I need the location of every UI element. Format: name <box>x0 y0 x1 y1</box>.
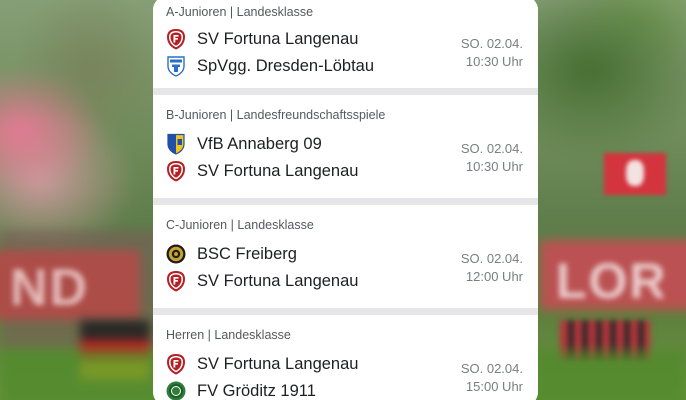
home-team-name: SV Fortuna Langenau <box>197 354 359 373</box>
background-club-flag-emblem <box>626 160 644 186</box>
away-team-name: SV Fortuna Langenau <box>197 161 359 180</box>
match-date: SO. 02.04. <box>460 141 523 156</box>
fixtures-list: A-Junioren | Landesklasse SV Fortuna Lan… <box>153 0 538 400</box>
match-time: 12:00 Uhr <box>465 269 523 284</box>
home-team-name: BSC Freiberg <box>197 244 297 263</box>
away-team: SV Fortuna Langenau <box>166 269 358 293</box>
away-team-name: SpVgg. Dresden-Löbtau <box>197 56 375 75</box>
match-card[interactable]: A-Junioren | Landesklasse SV Fortuna Lan… <box>153 0 538 88</box>
annaberg-crest-icon <box>167 133 185 155</box>
match-date: SO. 02.04. <box>460 361 523 376</box>
fortuna-crest-icon <box>167 161 185 182</box>
home-team: VfB Annaberg 09 <box>166 132 322 156</box>
home-team: SV Fortuna Langenau <box>166 27 358 51</box>
away-team: FV Gröditz 1911 <box>166 379 316 400</box>
home-team: SV Fortuna Langenau <box>166 352 358 376</box>
groeditz-crest-icon <box>166 381 186 400</box>
away-team: SpVgg. Dresden-Löbtau <box>166 54 374 78</box>
match-date: SO. 02.04. <box>460 251 523 266</box>
home-team: BSC Freiberg <box>166 242 297 266</box>
match-league: C-Junioren | Landesklasse <box>166 218 314 232</box>
match-league: B-Junioren | Landesfreundschaftsspiele <box>166 108 386 122</box>
away-team-name: FV Gröditz 1911 <box>197 381 316 400</box>
match-time: 10:30 Uhr <box>465 159 523 174</box>
match-card[interactable]: B-Junioren | Landesfreundschaftsspiele V… <box>153 95 538 198</box>
match-card[interactable]: Herren | Landesklasse SV Fortuna Langena… <box>153 315 538 400</box>
match-time: 10:30 Uhr <box>465 54 523 69</box>
fortuna-crest-icon <box>167 29 185 50</box>
away-team-name: SV Fortuna Langenau <box>197 271 359 290</box>
match-league: Herren | Landesklasse <box>166 328 291 342</box>
freiberg-crest-icon <box>166 244 186 264</box>
home-team-name: SV Fortuna Langenau <box>197 29 359 48</box>
home-team-name: VfB Annaberg 09 <box>197 134 322 153</box>
match-league: A-Junioren | Landesklasse <box>166 5 314 19</box>
match-date: SO. 02.04. <box>460 36 523 51</box>
match-card[interactable]: C-Junioren | Landesklasse BSC Freiberg S… <box>153 205 538 308</box>
away-team: SV Fortuna Langenau <box>166 159 358 183</box>
background-banner-left-lettering: ND <box>10 259 90 317</box>
fortuna-crest-icon <box>167 271 185 292</box>
fortuna-crest-icon <box>167 354 185 375</box>
background-banner-right-lettering: LOR <box>556 253 668 309</box>
match-time: 15:00 Uhr <box>465 379 523 394</box>
dresden-loebtau-crest-icon <box>167 56 185 77</box>
